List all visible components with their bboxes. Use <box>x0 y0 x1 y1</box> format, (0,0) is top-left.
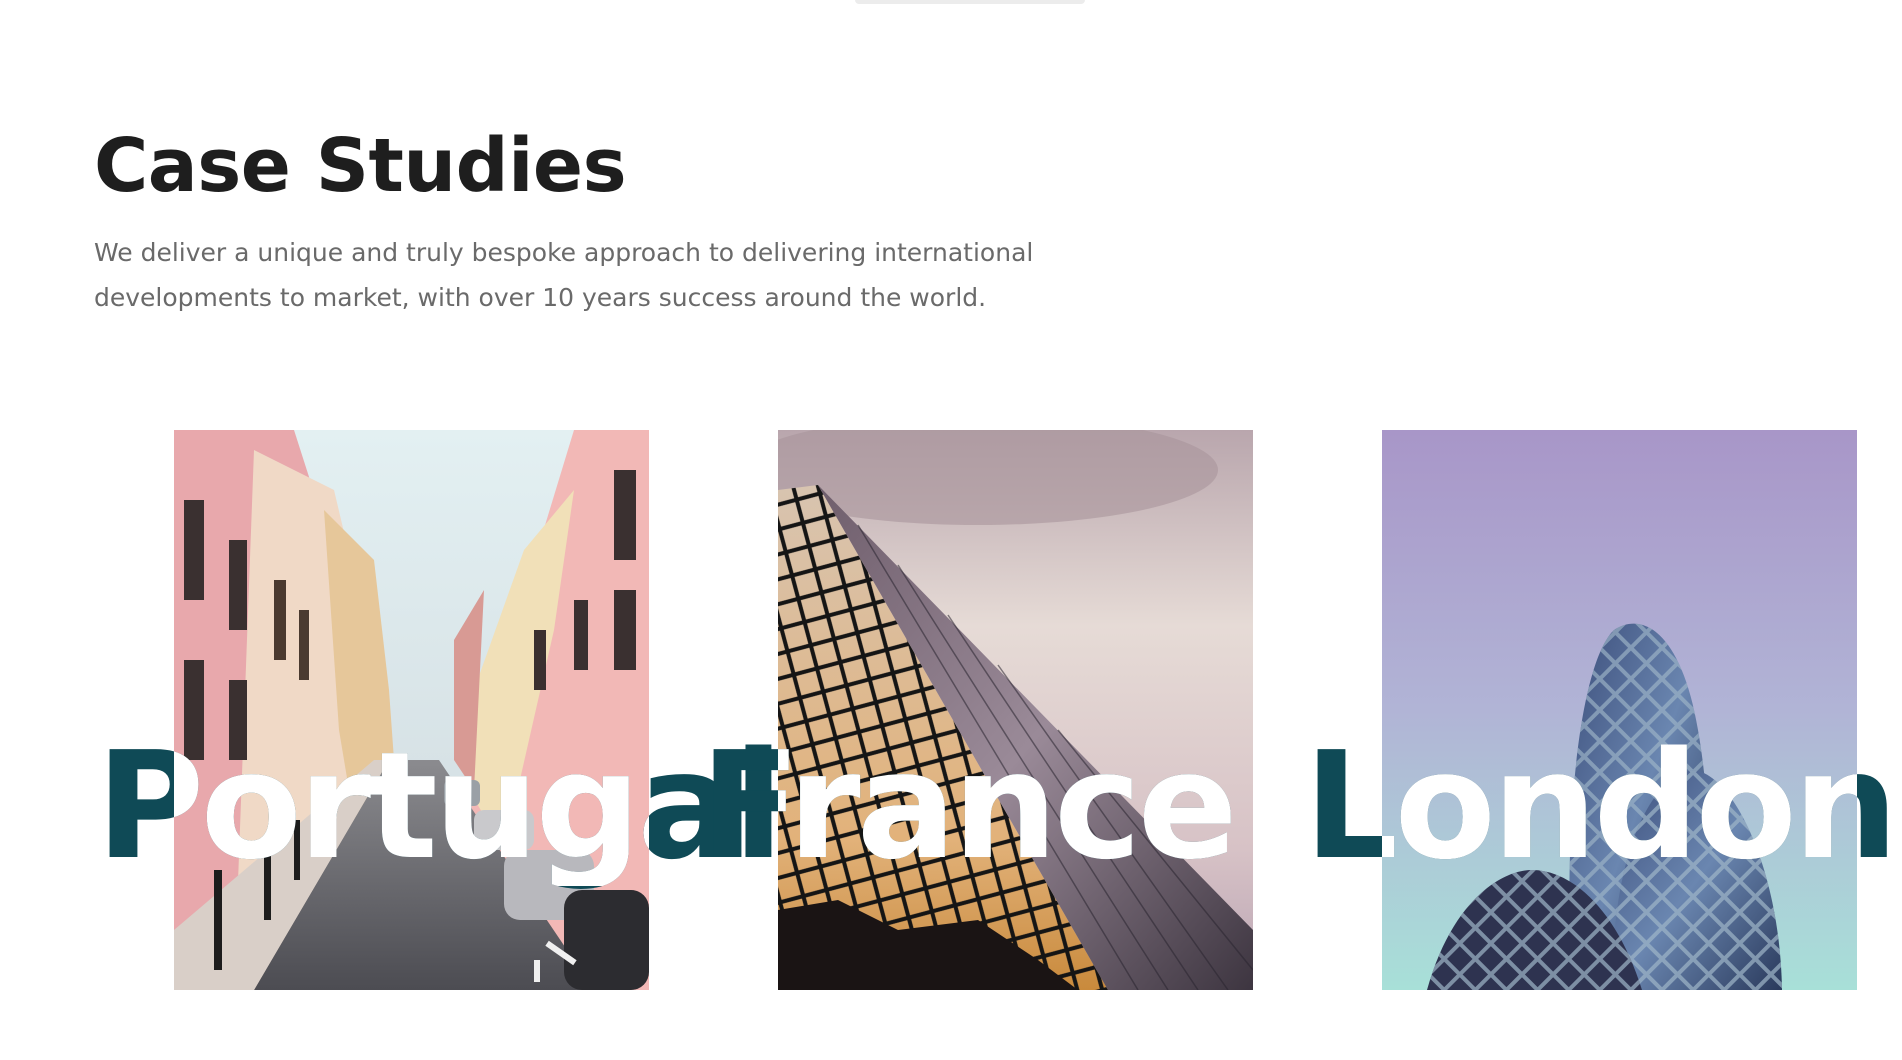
case-study-portugal-card[interactable] <box>174 430 649 990</box>
section-title: Case Studies <box>94 123 627 209</box>
france-pyramid-image <box>778 430 1253 990</box>
top-handle <box>855 0 1085 4</box>
portugal-street-image <box>174 430 649 990</box>
case-study-france-heading[interactable]: France <box>700 726 1238 886</box>
section-description: We deliver a unique and truly bespoke ap… <box>94 238 1034 312</box>
london-gherkin-image <box>1382 430 1857 990</box>
case-study-portugal-heading[interactable]: Portugal <box>96 726 784 886</box>
case-study-london-heading[interactable]: London <box>1304 726 1898 886</box>
case-study-london-card[interactable] <box>1382 430 1857 990</box>
case-studies-intro: Case Studies We deliver a unique and tru… <box>94 120 1094 320</box>
case-study-france-card[interactable] <box>778 430 1253 990</box>
